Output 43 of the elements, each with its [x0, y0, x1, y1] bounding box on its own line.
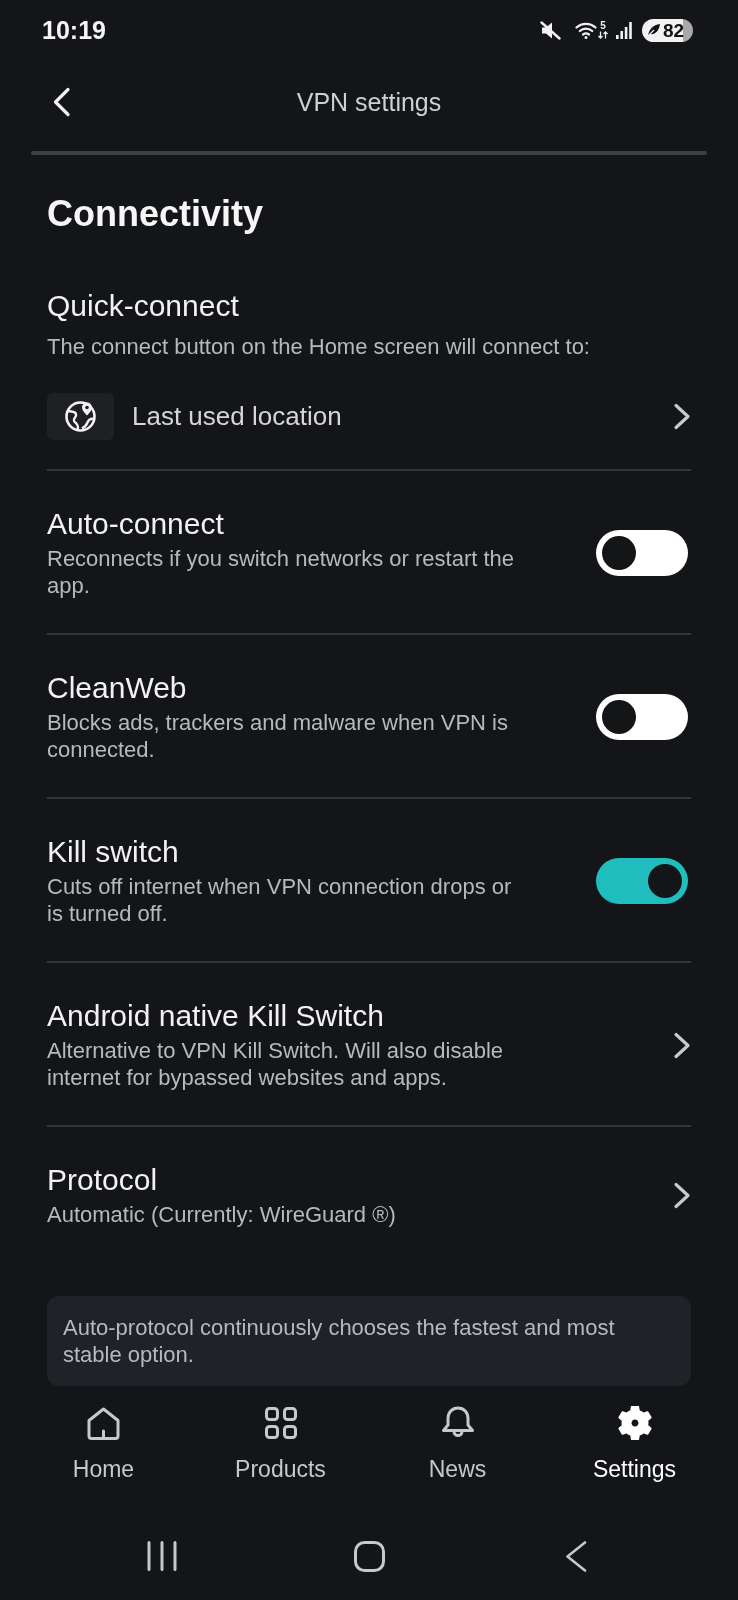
leaf-icon: [647, 23, 661, 37]
setting-title: Android native Kill Switch: [47, 999, 385, 1033]
toggle-switch[interactable]: [596, 530, 688, 576]
info-note: Auto-protocol continuously chooses the fastest and most stable option.: [47, 1296, 691, 1386]
setting-title: Quick-connect: [47, 289, 240, 323]
signal-icon: [616, 21, 632, 39]
chevron-right-icon[interactable]: [673, 1031, 691, 1059]
nav-tab[interactable]: Settings: [546, 1406, 723, 1483]
nav-tab[interactable]: Home: [15, 1406, 192, 1483]
toggle-switch[interactable]: [596, 858, 688, 904]
setting-title: Auto-connect: [47, 507, 225, 541]
system-home-icon[interactable]: [353, 1540, 385, 1572]
chevron-right-icon[interactable]: [673, 1182, 691, 1209]
mute-icon: [540, 20, 561, 40]
setting-description: Reconnects if you switch networks or restart the app.: [47, 545, 516, 599]
nav-tab[interactable]: News: [369, 1406, 546, 1483]
back-icon[interactable]: [52, 87, 71, 117]
recents-icon[interactable]: [147, 1541, 177, 1571]
setting-title: Kill switch: [47, 835, 180, 869]
setting-title: CleanWeb: [47, 671, 188, 705]
data-arrows-icon: [598, 31, 608, 39]
gear-icon: [617, 1406, 652, 1440]
section-heading: Connectivity: [47, 192, 265, 236]
screen-title: VPN settings: [296, 87, 442, 117]
location-label[interactable]: Last used location: [132, 401, 673, 432]
chevron-right-icon[interactable]: [673, 403, 691, 430]
globe-pin-icon: [47, 393, 114, 440]
system-back-icon[interactable]: [565, 1540, 587, 1572]
setting-description: Automatic (Currently: WireGuard ®): [47, 1201, 397, 1228]
nav-tab[interactable]: Products: [192, 1406, 369, 1483]
bell-icon: [440, 1406, 475, 1440]
setting-description: Blocks ads, trackers and malware when VPN is connected.: [47, 709, 509, 763]
setting-description: Cuts off internet when VPN connection drops or is turned off.: [47, 873, 513, 927]
setting-description: The connect button on the Home screen will connect to:: [47, 333, 591, 360]
wifi-icon: [575, 21, 597, 39]
setting-description: Alternative to VPN Kill Switch. Will also disable internet for bypassed websites and apps.: [47, 1037, 505, 1091]
network-band-label: 5: [600, 21, 606, 31]
home-icon: [86, 1406, 121, 1440]
battery-percent: 82: [663, 18, 685, 42]
status-time: 10:19: [42, 15, 106, 45]
grid-icon: [264, 1407, 297, 1439]
setting-title: Protocol: [47, 1163, 159, 1197]
toggle-switch[interactable]: [596, 694, 688, 740]
